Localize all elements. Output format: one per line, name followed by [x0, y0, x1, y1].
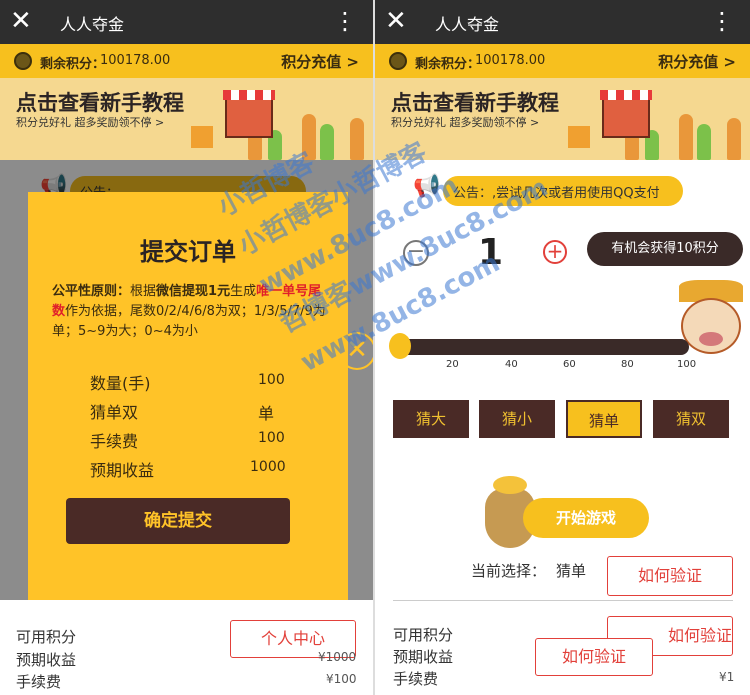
reward-tip: 有机会获得10积分	[587, 232, 743, 266]
modal-title: 提交订单	[140, 238, 236, 266]
quantity-value: 1	[478, 232, 504, 273]
title-bar: ✕ 人人夺金 ⋮	[375, 0, 750, 44]
divider-line	[393, 600, 733, 601]
current-selection: 当前选择： 猜单	[471, 560, 586, 581]
banner-headline: 点击查看新手教程	[391, 91, 559, 115]
tree-icon	[350, 118, 364, 160]
tree-icon	[727, 118, 741, 160]
rule-prefix: 公平性原则：	[52, 284, 131, 299]
close-icon[interactable]: ✕	[385, 6, 407, 36]
submit-order-modal: 提交订单 公平性原则：根据微信提现1元生成唯一单号尾数作为依据，尾数0/2/4/…	[28, 192, 348, 600]
fee-value: ¥1	[719, 670, 735, 684]
recharge-link[interactable]: 积分充值 >	[658, 51, 736, 72]
row-value: 单	[258, 404, 275, 423]
expected-income-label: 预期收益	[393, 648, 454, 666]
app-title: 人人夺金	[435, 15, 500, 34]
tree-icon	[302, 114, 316, 160]
monkey-mascot-icon	[675, 280, 745, 370]
shop-icon	[600, 90, 652, 138]
points-bar: 剩余积分： 100178.00 积分充值 >	[0, 44, 373, 78]
banner-headline: 点击查看新手教程	[16, 91, 184, 115]
shop-icon	[223, 90, 275, 138]
fee-label: 手续费	[393, 670, 439, 688]
close-icon[interactable]: ✕	[10, 6, 32, 36]
guess-odd-button[interactable]: 猜单	[566, 400, 642, 438]
row-label: 手续费	[90, 432, 139, 451]
gift-icon	[568, 126, 590, 148]
tree-icon	[697, 124, 711, 160]
points-label: 剩余积分：	[40, 57, 106, 72]
confirm-submit-button[interactable]: 确定提交	[66, 498, 290, 544]
tutorial-banner[interactable]: 点击查看新手教程 积分兑好礼 超多奖励领不停 >	[375, 78, 750, 160]
left-screen: ✕ 人人夺金 ⋮ 剩余积分： 100178.00 积分充值 > 点击查看新手教程…	[0, 0, 373, 695]
rule-bold: 微信提现1元	[156, 284, 231, 299]
gift-icon	[191, 126, 213, 148]
row-value: 1000	[250, 459, 286, 475]
how-to-verify-button[interactable]: 如何验证	[607, 556, 733, 596]
slider-tick: 40	[505, 359, 518, 370]
banner-subtitle: 积分兑好礼 超多奖励领不停 >	[391, 116, 540, 129]
left-bottom-summary: 可用积分 预期收益 手续费 个人中心 ¥1000 ¥100	[0, 600, 373, 695]
row-label: 预期收益	[90, 461, 155, 480]
recharge-link[interactable]: 积分充值 >	[281, 51, 359, 72]
app-title: 人人夺金	[60, 15, 125, 34]
quantity-slider[interactable]	[393, 339, 689, 355]
horn-icon: 📢	[413, 174, 441, 199]
notice-marquee: 公告：,尝试几次或者用使用QQ支付	[443, 176, 683, 206]
more-vertical-icon[interactable]: ⋮	[710, 6, 734, 36]
more-vertical-icon[interactable]: ⋮	[333, 6, 357, 36]
rule-text: 作为依据，尾数0/2/4/6/8为双；1/3/5/7/9为单；5~9为大；0~4…	[52, 304, 326, 339]
fee-label: 手续费	[16, 673, 62, 691]
rule-text: 根据	[130, 284, 157, 299]
fee-value: ¥100	[326, 672, 357, 686]
row-value: 100	[258, 372, 285, 388]
points-value: 100178.00	[475, 53, 546, 68]
slider-tick: 80	[621, 359, 634, 370]
fairness-rule: 公平性原则：根据微信提现1元生成唯一单号尾数作为依据，尾数0/2/4/6/8为双…	[52, 282, 334, 342]
points-bar: 剩余积分： 100178.00 积分充值 >	[375, 44, 750, 78]
guess-small-button[interactable]: 猜小	[479, 400, 555, 438]
available-points-label: 可用积分	[393, 626, 454, 644]
how-to-verify-button-overlay[interactable]: 如何验证	[535, 638, 653, 676]
close-icon[interactable]: ✕	[338, 332, 373, 370]
banner-subtitle: 积分兑好礼 超多奖励领不停 >	[16, 116, 165, 129]
coin-icon	[389, 52, 407, 70]
points-label: 剩余积分：	[415, 57, 481, 72]
available-points-label: 可用积分	[16, 628, 77, 646]
tree-icon	[320, 124, 334, 160]
current-selection-value: 猜单	[556, 562, 587, 580]
nose-shape	[699, 332, 723, 346]
row-label: 猜单双	[90, 403, 139, 422]
start-game-button[interactable]: 开始游戏	[523, 498, 649, 538]
slider-tick: 20	[446, 359, 459, 370]
expected-income-value: ¥1000	[318, 650, 357, 664]
row-value: 100	[258, 430, 285, 446]
tutorial-banner[interactable]: 点击查看新手教程 积分兑好礼 超多奖励领不停 >	[0, 78, 373, 160]
guess-big-button[interactable]: 猜大	[393, 400, 469, 438]
points-value: 100178.00	[100, 53, 171, 68]
current-selection-label: 当前选择：	[471, 562, 547, 580]
guess-even-button[interactable]: 猜双	[653, 400, 729, 438]
title-bar: ✕ 人人夺金 ⋮	[0, 0, 373, 44]
slider-tick: 100	[677, 359, 697, 370]
tree-icon	[679, 114, 693, 160]
increase-button[interactable]: +	[543, 240, 567, 264]
slider-tick: 60	[563, 359, 576, 370]
slider-handle[interactable]	[389, 333, 411, 359]
expected-income-label: 预期收益	[16, 651, 77, 669]
decrease-button[interactable]: −	[403, 240, 429, 266]
row-label: 数量(手)	[90, 374, 151, 393]
right-screen: ✕ 人人夺金 ⋮ 剩余积分： 100178.00 积分充值 > 点击查看新手教程…	[375, 0, 750, 695]
rule-text: 生成	[230, 284, 257, 299]
coin-icon	[14, 52, 32, 70]
